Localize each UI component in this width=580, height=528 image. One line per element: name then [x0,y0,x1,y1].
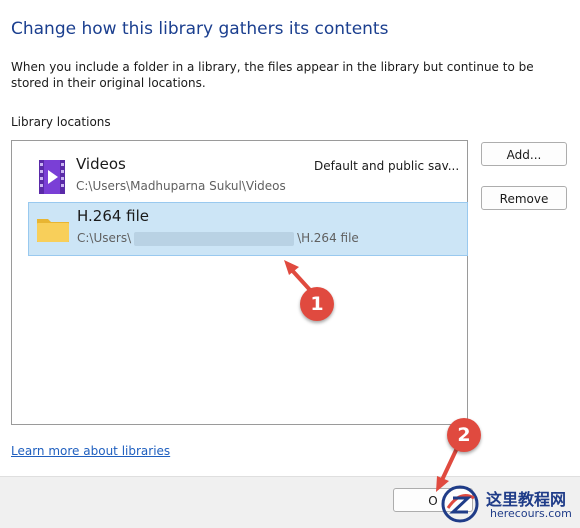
watermark-logo-icon [441,485,479,523]
dialog-description: When you include a folder in a library, … [11,60,534,90]
folder-icon [37,219,69,242]
library-locations-list[interactable]: Videos C:\Users\Madhuparna Sukul\Videos … [11,140,468,425]
arrow-2 [440,444,460,482]
location-name: Videos [76,155,126,173]
watermark-en: herecours.com [490,507,572,520]
annotation-badge-2: 2 [447,418,481,452]
dialog-title: Change how this library gathers its cont… [11,19,389,39]
remove-button[interactable]: Remove [481,186,567,210]
path-suffix: \H.264 file [297,231,359,245]
learn-more-link[interactable]: Learn more about libraries [11,444,170,458]
location-type: Default and public sav... [314,159,460,173]
redacted-username [134,231,295,246]
add-button[interactable]: Add... [481,142,567,166]
videos-library-icon [39,160,65,194]
annotation-badge-1: 1 [300,287,334,321]
location-path: C:\Users\ \H.264 file [77,231,359,246]
location-name: H.264 file [77,207,150,225]
library-locations-label: Library locations [11,115,111,129]
location-path: C:\Users\Madhuparna Sukul\Videos [76,179,286,193]
watermark: 这里教程网 herecours.com [440,480,580,527]
location-item-h264-file[interactable]: H.264 file C:\Users\ \H.264 file [28,202,468,256]
path-prefix: C:\Users\ [77,231,132,245]
location-item-videos[interactable]: Videos C:\Users\Madhuparna Sukul\Videos … [28,151,468,205]
